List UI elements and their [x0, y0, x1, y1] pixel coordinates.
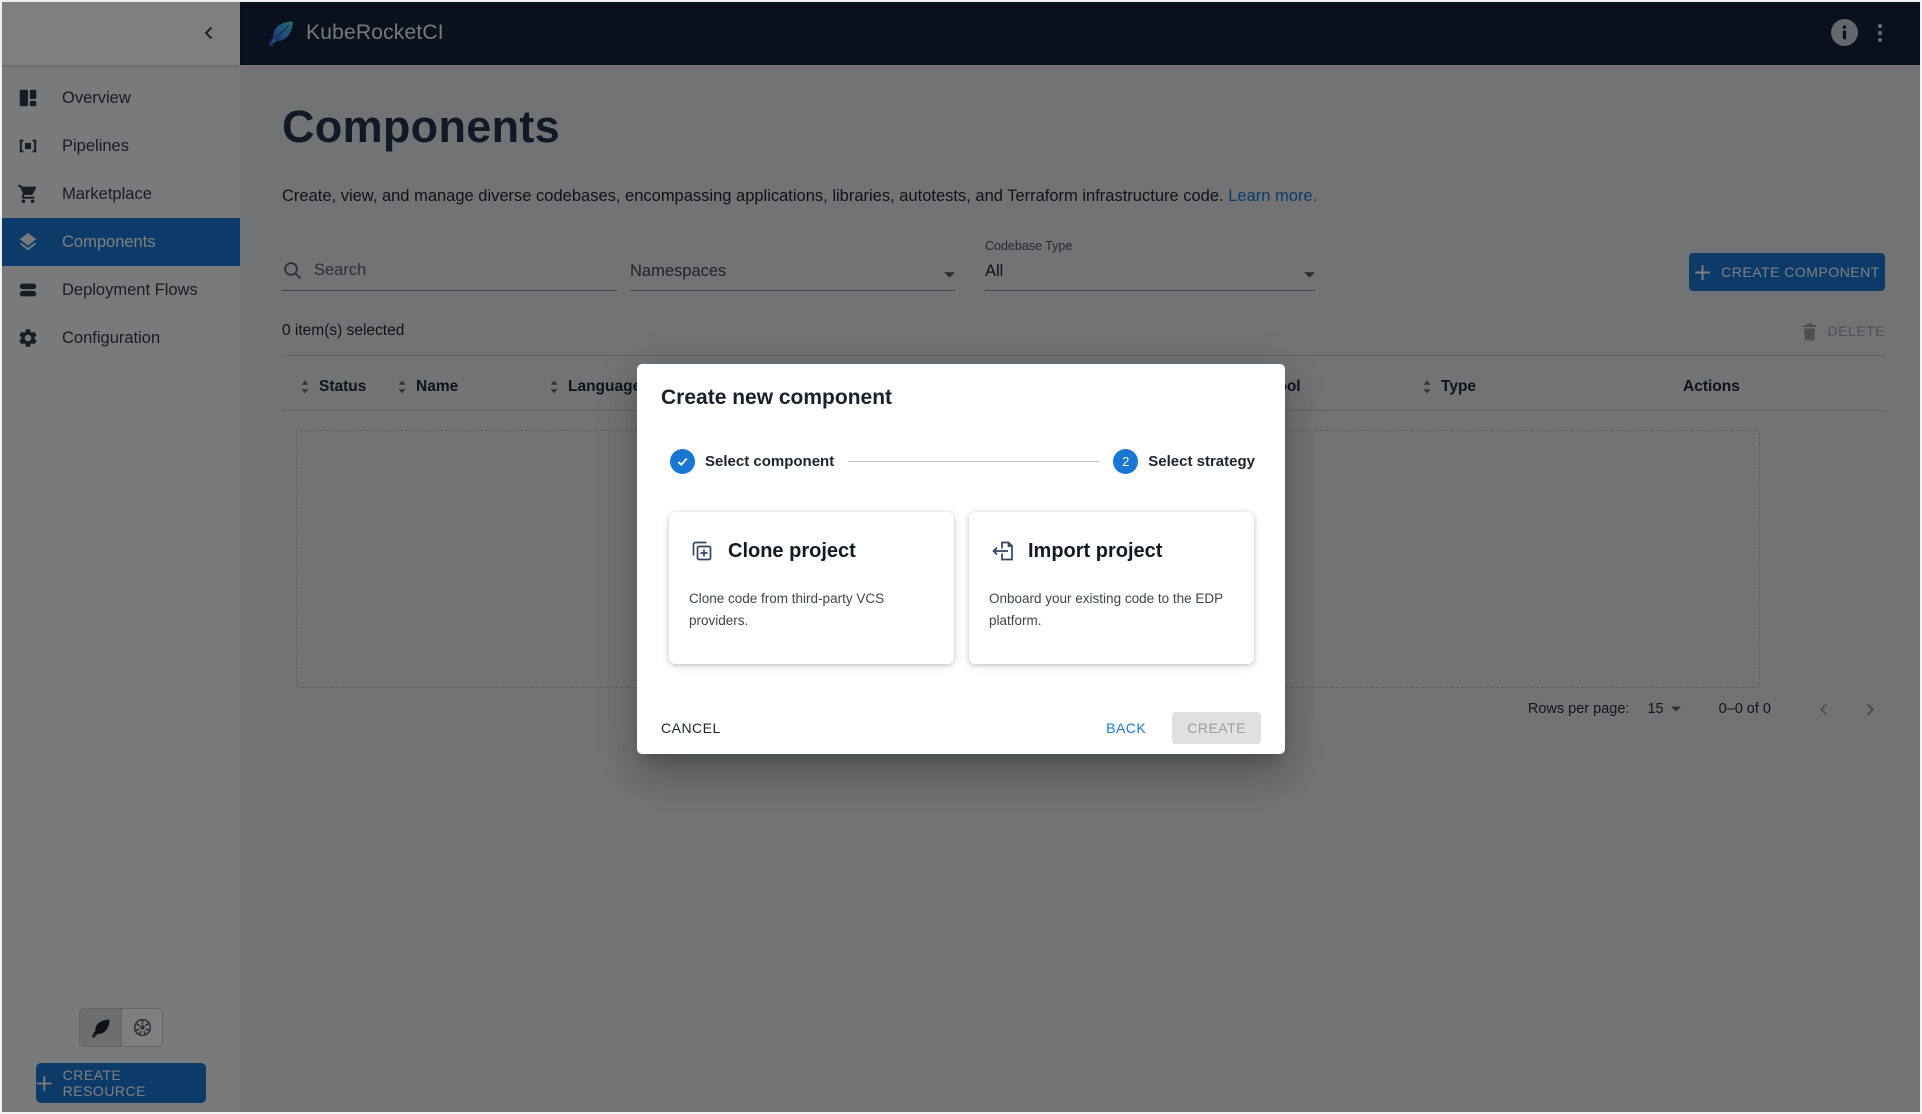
- back-button[interactable]: BACK: [1106, 720, 1146, 736]
- import-project-title: Import project: [1028, 540, 1162, 563]
- check-icon: [675, 454, 690, 469]
- step-1-completed-icon: [670, 449, 695, 474]
- strategy-cards: Clone project Clone code from third-part…: [669, 512, 1254, 664]
- step-number-text: 2: [1122, 454, 1129, 469]
- dialog-footer: CANCEL BACK CREATE: [661, 712, 1261, 744]
- import-project-card[interactable]: Import project Onboard your existing cod…: [969, 512, 1254, 664]
- stepper: Select component 2 Select strategy: [670, 448, 1255, 474]
- import-project-description: Onboard your existing code to the EDP pl…: [989, 588, 1239, 631]
- clone-project-description: Clone code from third-party VCS provider…: [689, 588, 939, 631]
- step-2-label: Select strategy: [1148, 453, 1255, 470]
- step-1-label: Select component: [705, 453, 834, 470]
- import-icon: [989, 538, 1015, 564]
- clone-icon: [689, 538, 715, 564]
- clone-project-title: Clone project: [728, 540, 856, 563]
- step-2-number: 2: [1113, 449, 1138, 474]
- create-component-dialog: Create new component Select component 2 …: [637, 364, 1285, 754]
- dialog-title: Create new component: [661, 386, 892, 410]
- create-button[interactable]: CREATE: [1172, 712, 1261, 744]
- clone-project-card[interactable]: Clone project Clone code from third-part…: [669, 512, 954, 664]
- stepper-connector: [848, 461, 1099, 462]
- cancel-button[interactable]: CANCEL: [661, 720, 721, 736]
